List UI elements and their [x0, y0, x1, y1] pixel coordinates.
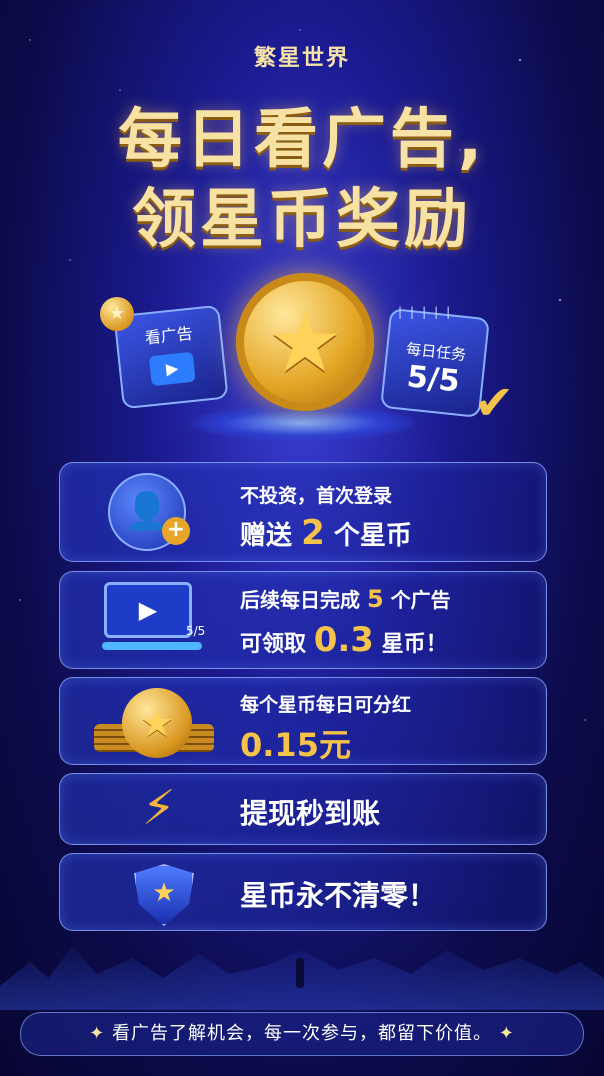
card2-line2-suffix: 星币！	[381, 632, 448, 657]
card2-line2: 可领取 0.3 星币！	[240, 620, 448, 660]
card2-line1: 后续每日完成 5 个广告	[240, 584, 451, 613]
brand-title: 繁星世界	[253, 46, 350, 71]
ad-panel-label: 看广告	[143, 323, 194, 348]
card1-line1: 不投资，首次登录	[240, 485, 393, 507]
star-icon: ★	[267, 293, 343, 391]
calendar-rings: |||||	[398, 305, 459, 319]
progress-label: 5/5	[186, 624, 206, 638]
feature-card-no-reset: ★ 星币永不清零！	[59, 853, 547, 931]
card1-line2: 赠送 2 个星币	[240, 513, 412, 553]
headline-line2: 领星币奖励	[132, 183, 472, 257]
play-icon: ▶	[148, 351, 196, 387]
hero-illustration: 看广告 ▶ ★ ★ 每日任务 5/5 ||||| ✔	[0, 265, 604, 450]
card3-line1: 每个星币每日可分红	[240, 694, 412, 716]
sparkle-icon: ✦	[89, 1023, 112, 1044]
headline-line1: 每日看广告,	[117, 103, 487, 177]
check-icon: ✔	[474, 375, 515, 431]
card1-suffix: 个星币	[333, 521, 412, 551]
card2-line1-highlight: 5	[366, 585, 384, 613]
card5-line1: 星币永不清零！	[240, 879, 437, 912]
coin-icon: ★	[236, 273, 374, 411]
card1-highlight: 2	[301, 513, 325, 553]
card2-line2-prefix: 可领取	[240, 632, 307, 657]
feature-card-withdraw: ⚡ 提现秒到账	[59, 773, 547, 845]
card4-line1: 提现秒到账	[240, 797, 381, 830]
feature-card-daily-ads: ▶ 5/5 后续每日完成 5 个广告 可领取 0.3 星币！	[59, 571, 547, 669]
progress-bar	[102, 642, 202, 650]
coin-icon: ★	[122, 688, 192, 758]
person-silhouette	[296, 958, 304, 988]
bolt-icon: ⚡	[142, 780, 176, 836]
coin-icon: ★	[100, 297, 134, 331]
card2-line1-prefix: 后续每日完成	[240, 588, 360, 612]
plus-icon: +	[162, 517, 190, 545]
play-icon: ▶	[104, 582, 192, 638]
card1-prefix: 赠送	[240, 521, 293, 551]
card3-line2: 0.15元	[240, 726, 351, 764]
footer-banner: ✦ 看广告了解机会，每一次参与，都留下价值。 ✦	[20, 1012, 584, 1056]
card2-line1-suffix: 个广告	[390, 588, 451, 612]
feature-card-dividend: ★ 每个星币每日可分红 0.15元	[59, 677, 547, 765]
card2-line2-highlight: 0.3	[313, 620, 374, 660]
sparkle-icon: ✦	[498, 1023, 515, 1044]
feature-card-signup: 👤 + 不投资，首次登录 赠送 2 个星币	[59, 462, 547, 562]
shield-icon: ★	[134, 864, 194, 926]
footer-text: 看广告了解机会，每一次参与，都留下价值。	[111, 1023, 492, 1044]
